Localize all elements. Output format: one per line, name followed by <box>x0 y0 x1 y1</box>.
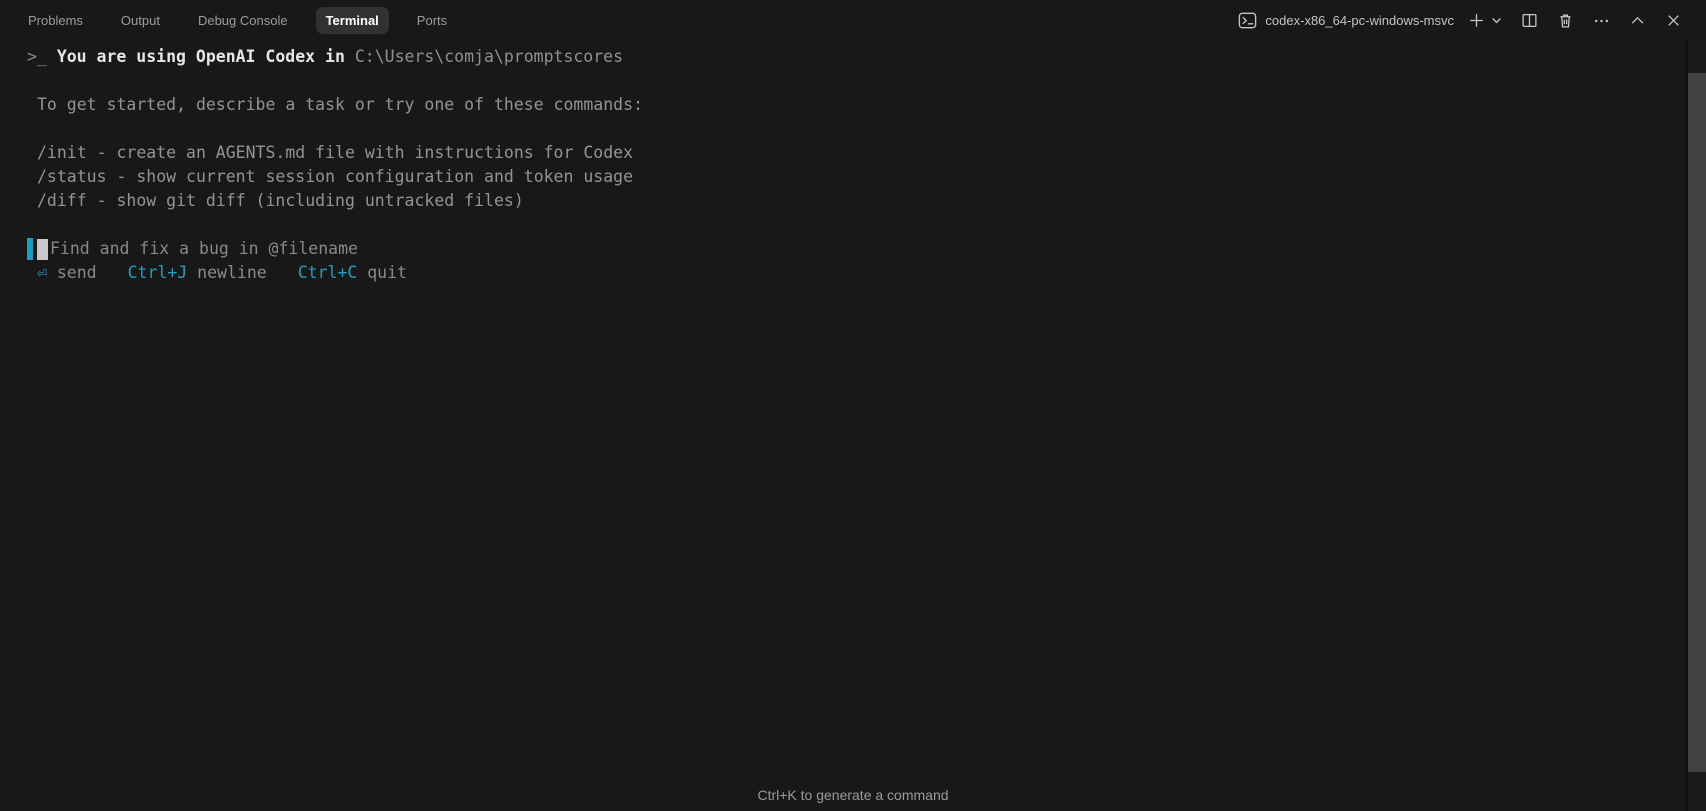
composer-keybinding-hints: ⏎ send Ctrl+J newline Ctrl+C quit <box>27 261 1686 285</box>
command-hint-init: /init - create an AGENTS.md file with in… <box>37 143 634 162</box>
hint-newline: Ctrl+J newline <box>127 263 267 282</box>
launch-profile-chevron-down-icon[interactable] <box>1491 15 1502 26</box>
terminal-chat-hint: Ctrl+K to generate a command <box>757 787 949 803</box>
scrollbar-thumb[interactable] <box>1688 73 1706 772</box>
tab-output[interactable]: Output <box>111 7 170 34</box>
close-panel-x-icon[interactable] <box>1665 12 1682 29</box>
codex-welcome-text: You are using OpenAI Codex in <box>56 47 355 66</box>
split-terminal-icon[interactable] <box>1521 12 1538 29</box>
new-terminal-plus-icon[interactable] <box>1468 12 1485 29</box>
tab-ports[interactable]: Ports <box>407 7 457 34</box>
hint-send: ⏎ send <box>37 263 97 282</box>
working-directory-path: C:\Users\comja\promptscores <box>354 47 624 66</box>
composer-placeholder: Find and fix a bug in @filename <box>50 239 358 258</box>
more-actions-ellipsis-icon[interactable] <box>1593 12 1610 29</box>
command-hint-status: /status - show current session configura… <box>37 167 634 186</box>
panel-tabs: Problems Output Debug Console Terminal P… <box>0 6 457 34</box>
composer-accent-bar <box>27 238 33 260</box>
terminal-viewport[interactable]: >_ You are using OpenAI Codex in C:\User… <box>0 40 1686 811</box>
panel-header: Problems Output Debug Console Terminal P… <box>0 0 1706 40</box>
terminal-prompt-icon <box>1237 10 1258 31</box>
vscode-terminal-panel: Problems Output Debug Console Terminal P… <box>0 0 1706 811</box>
terminal-instance-title: codex-x86_64-pc-windows-msvc <box>1265 12 1454 28</box>
codex-composer-input[interactable]: Find and fix a bug in @filename <box>27 237 1686 261</box>
terminal-scrollbar <box>1686 40 1706 811</box>
terminal-tab-entry[interactable]: codex-x86_64-pc-windows-msvc <box>1237 10 1454 31</box>
terminal-block-cursor <box>37 238 48 260</box>
hint-quit: Ctrl+C quit <box>297 263 407 282</box>
kill-terminal-trash-icon[interactable] <box>1557 12 1574 29</box>
codex-prompt-glyph: >_ <box>27 47 57 66</box>
codex-welcome-line: >_ You are using OpenAI Codex in C:\User… <box>27 45 1686 69</box>
maximize-panel-chevron-up-icon[interactable] <box>1629 12 1646 29</box>
terminal-actions <box>1468 12 1682 29</box>
terminal-header-right: codex-x86_64-pc-windows-msvc <box>1237 0 1682 40</box>
enter-key-icon: ⏎ <box>37 263 47 282</box>
codex-intro-line: To get started, describe a task or try o… <box>37 95 643 114</box>
tab-debug-console[interactable]: Debug Console <box>188 7 298 34</box>
tab-problems[interactable]: Problems <box>18 7 93 34</box>
command-hint-diff: /diff - show git diff (including untrack… <box>37 191 524 210</box>
tab-terminal[interactable]: Terminal <box>315 6 389 34</box>
